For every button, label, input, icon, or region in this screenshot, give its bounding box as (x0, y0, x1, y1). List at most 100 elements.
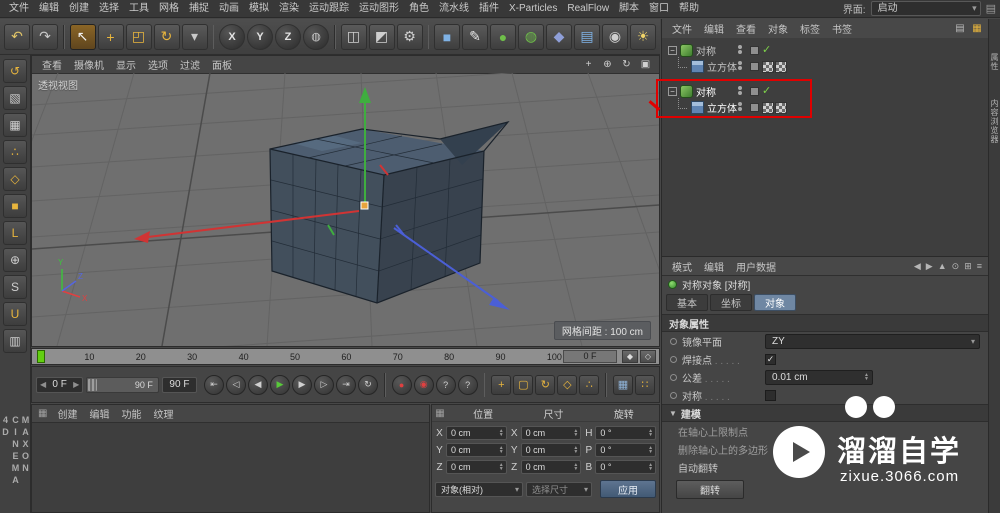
viewport-menu-item[interactable]: 摄像机 (68, 57, 110, 72)
filter-icon[interactable]: ▦ (970, 22, 984, 35)
rotation-h-field[interactable]: 0 ° ▲ ▼ (595, 426, 657, 440)
menu-item[interactable]: RealFlow (562, 0, 614, 18)
menu-item[interactable]: 网格 (154, 0, 184, 18)
lock-y-button[interactable]: Y (247, 23, 273, 50)
goto-start-button[interactable]: ⇤ (203, 374, 224, 395)
pen-spline-button[interactable]: ✎ (462, 23, 488, 50)
section-modeling[interactable]: ▼ 建模 (662, 404, 988, 422)
coordinate-system-button[interactable]: ◍ (303, 23, 329, 50)
menu-item[interactable]: 渲染 (274, 0, 304, 18)
redo-button[interactable]: ↷ (32, 23, 58, 50)
weld-points-checkbox[interactable]: ✓ (765, 353, 776, 365)
object-manager-menu-item[interactable]: 标签 (794, 21, 826, 36)
menu-item[interactable]: 脚本 (614, 0, 644, 18)
undo-button[interactable]: ↶ (4, 23, 30, 50)
apply-button[interactable]: 应用 (600, 480, 656, 498)
live-selection-tool[interactable]: ↖ (69, 23, 96, 50)
size-x-field[interactable]: 0 cm ▲ ▼ (520, 426, 582, 440)
scene-3d[interactable]: X Y Z (32, 73, 659, 346)
end-frame-field[interactable]: 90 F (161, 376, 197, 393)
menu-item[interactable]: 文件 (4, 0, 34, 18)
lock-x-button[interactable]: X (219, 23, 245, 50)
texture-tag-icon[interactable] (762, 61, 774, 73)
back-icon[interactable]: ◀ (914, 261, 921, 272)
limit-points-row[interactable]: 在轴心上限制点 (662, 422, 988, 440)
model-mode-button[interactable]: ▧ (3, 86, 27, 110)
enabled-check-icon[interactable]: ✓ (762, 84, 771, 97)
edges-mode-button[interactable]: ◇ (3, 167, 27, 191)
flip-button[interactable]: 翻转 (676, 480, 744, 499)
play-button[interactable]: ▶ (269, 374, 290, 395)
object-manager-menu-item[interactable]: 查看 (730, 21, 762, 36)
lock-z-button[interactable]: Z (275, 23, 301, 50)
array-generator-button[interactable]: ◍ (518, 23, 544, 50)
phong-tag-icon[interactable] (775, 61, 787, 73)
menu-item[interactable]: 选择 (94, 0, 124, 18)
menu-item[interactable]: 创建 (64, 0, 94, 18)
polygons-mode-button[interactable]: ■ (3, 194, 27, 218)
viewport-solo-button[interactable]: ⊕ (3, 248, 27, 272)
size-z-field[interactable]: 0 cm ▲ ▼ (520, 460, 582, 474)
menu-item[interactable]: 捕捉 (184, 0, 214, 18)
maximize-view-icon[interactable]: ▣ (638, 58, 653, 71)
menu-item[interactable]: 编辑 (34, 0, 64, 18)
primitive-cube-button[interactable]: ■ (434, 23, 460, 50)
spin-right-icon[interactable]: ▶ (73, 380, 79, 389)
start-frame-field[interactable]: ◀ 0 F ▶ (36, 376, 84, 393)
last-tool-button[interactable]: ▾ (181, 23, 208, 50)
collapse-icon[interactable]: − (668, 45, 677, 55)
deformer-button[interactable]: ◆ (546, 23, 572, 50)
prev-key-button[interactable]: ◁ (225, 374, 246, 395)
solo-grid-button[interactable]: ▦ (612, 374, 633, 395)
section-object-properties[interactable]: 对象属性 (662, 314, 988, 332)
points-mode-button[interactable]: ∴ (3, 140, 27, 164)
viewport-menu-item[interactable]: 面板 (206, 57, 238, 72)
record-keyframe-button[interactable]: ● (391, 374, 412, 395)
menu-item[interactable]: 插件 (474, 0, 504, 18)
layout-icon[interactable]: ▤ (986, 2, 996, 15)
menu-item[interactable]: 运动图形 (354, 0, 404, 18)
attribute-menu-item[interactable]: 编辑 (698, 259, 730, 274)
menu-item[interactable]: 运动跟踪 (304, 0, 354, 18)
edge-tab[interactable]: 属性 (989, 53, 1000, 71)
menu-item[interactable]: 模拟 (244, 0, 274, 18)
keyframe-selection-button[interactable]: ? (435, 374, 456, 395)
loop-button[interactable]: ↻ (357, 374, 378, 395)
object-row-cube-2[interactable]: 立方体 (662, 98, 988, 115)
auto-flip-row[interactable]: 自动翻转 (662, 458, 988, 476)
layer-square[interactable] (750, 103, 759, 112)
up-icon[interactable]: ▲ (938, 261, 947, 272)
model-mesh[interactable] (269, 120, 510, 304)
workplane-button[interactable]: ▥ (3, 329, 27, 353)
keyframe-presets-button[interactable]: ? (457, 374, 478, 395)
menu-item[interactable]: 帮助 (674, 0, 704, 18)
viewport-menu-item[interactable]: 选项 (142, 57, 174, 72)
object-row-symmetry-1[interactable]: − 对称 ✓ (662, 42, 988, 58)
menu-item[interactable]: 工具 (124, 0, 154, 18)
visibility-dots[interactable] (738, 102, 742, 111)
enabled-check-icon[interactable]: ✓ (762, 43, 771, 56)
spin-left-icon[interactable]: ◀ (40, 380, 46, 389)
record-parameter-toggle[interactable]: ◇ (557, 374, 578, 395)
scale-tool[interactable]: ◰ (125, 23, 152, 50)
layer-square[interactable] (750, 62, 759, 71)
viewport-menu-item[interactable]: 查看 (36, 57, 68, 72)
object-manager-menu-item[interactable]: 对象 (762, 21, 794, 36)
size-mode-select[interactable]: 选择尺寸 (526, 481, 592, 497)
magnet-snap-button[interactable]: U (3, 302, 27, 326)
camera-button[interactable]: ◉ (602, 23, 628, 50)
coordinate-mode-select[interactable]: 对象(相对) (435, 481, 523, 497)
frame-range-slider[interactable]: 90 F (86, 376, 159, 393)
light-button[interactable]: ☀ (630, 23, 656, 50)
viewport-menu-item[interactable]: 显示 (110, 57, 142, 72)
tolerance-field[interactable]: 0.01 cm ▲ ▼ (765, 369, 873, 385)
size-y-field[interactable]: 0 cm ▲ ▼ (520, 443, 582, 457)
tab-basic[interactable]: 基本 (666, 294, 708, 311)
material-menu-item[interactable]: 纹理 (147, 406, 179, 421)
slider-handle[interactable] (88, 378, 98, 391)
texture-tag-icon[interactable] (762, 102, 774, 114)
key-marker-button[interactable]: ◆ (622, 350, 638, 363)
playhead[interactable] (37, 350, 45, 363)
anim-dot-icon[interactable] (670, 373, 677, 381)
goto-end-button[interactable]: ⇥ (335, 374, 356, 395)
